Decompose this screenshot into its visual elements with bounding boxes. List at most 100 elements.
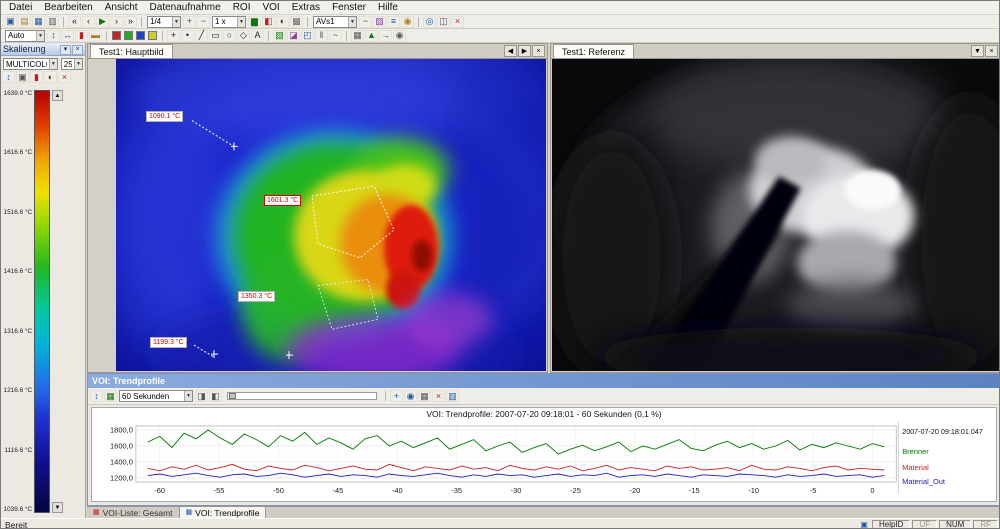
tab-prev-button[interactable]: ◀ [504,45,517,57]
tab-referenz[interactable]: Test1: Referenz [553,44,634,58]
scale-manual-icon[interactable]: ↔ [61,30,74,42]
scale-settings-icon[interactable]: ◐ [44,71,57,83]
menu-datenaufnahme[interactable]: Datenaufnahme [144,2,227,13]
scale-reset-icon[interactable]: × [58,71,71,83]
contrast-icon[interactable]: ◐ [276,16,289,28]
panel-close-button[interactable]: × [72,45,83,55]
text-tool-icon[interactable]: A [251,30,264,42]
zoom-combo[interactable]: 1/4▼ [147,16,181,28]
data-table-icon[interactable]: ▦ [418,390,431,402]
autoscale-icon[interactable]: ↕ [90,390,103,402]
color-yellow-swatch[interactable] [148,31,157,40]
scale-lock-icon[interactable]: ▣ [16,71,29,83]
cursor-values-icon[interactable]: + [390,390,403,402]
trend-chart[interactable]: -60-55-50-45-40-35-30-25-20-15-10-501800… [92,420,996,502]
snapshot-icon[interactable]: ◎ [423,16,436,28]
profile-icon[interactable]: ~ [329,30,342,42]
color-scale-gradient[interactable] [34,90,50,513]
menu-extras[interactable]: Extras [286,2,326,13]
area-icon[interactable]: ▨ [373,16,386,28]
zoom-x-icon[interactable]: ◨ [195,390,208,402]
clear-icon[interactable]: × [432,390,445,402]
last-frame-icon[interactable]: » [124,16,137,28]
menu-voi[interactable]: VOI [256,2,285,13]
measure-icon[interactable]: ‖ [315,30,328,42]
levels-combo[interactable]: 256▼ [61,58,83,70]
print-chart-icon[interactable]: ▥ [446,390,459,402]
chart-icon[interactable]: ▲ [365,30,378,42]
scale-combo[interactable]: 1 x▼ [212,16,246,28]
bottom-tab-voi-liste-gesamt[interactable]: ▦VOI-Liste: Gesamt [87,507,180,518]
play-icon[interactable]: ▶ [96,16,109,28]
average-combo[interactable]: AVs1▼ [313,16,357,28]
voi-edit-icon[interactable]: ◪ [287,30,300,42]
roi-icon[interactable]: ◰ [301,30,314,42]
point-tool-icon[interactable]: • [181,30,194,42]
polygon-tool-icon[interactable]: ◇ [237,30,250,42]
color-blue-swatch[interactable] [136,31,145,40]
open-icon[interactable]: ▤ [18,16,31,28]
panel-menu-button[interactable]: ▾ [60,45,71,55]
slider-thumb[interactable] [229,393,236,399]
ref-menu-button[interactable]: ▼ [971,45,984,57]
reference-image[interactable] [552,59,999,371]
layout-icon[interactable]: ◫ [437,16,450,28]
menu-bearbeiten[interactable]: Bearbeiten [38,2,98,13]
color-red-swatch[interactable] [112,31,121,40]
camera-icon[interactable]: ▣ [4,16,17,28]
scale-down-button[interactable]: ▼ [52,502,63,513]
tab-close-button[interactable]: × [532,45,545,57]
save-icon[interactable]: ▦ [32,16,45,28]
color-green-swatch[interactable] [124,31,133,40]
scale-up-button[interactable]: ▲ [52,90,63,101]
bottom-tab-voi-trendprofile[interactable]: ▦VOI: Trendprofile [180,507,267,518]
settings-icon[interactable]: ◉ [393,30,406,42]
print-icon[interactable]: ▥ [46,16,59,28]
interval-combo[interactable]: 60 Sekunden▼ [119,390,193,402]
tab-hauptbild[interactable]: Test1: Hauptbild [90,44,173,58]
temperature-annotation[interactable]: 1090.1 °C [146,111,183,122]
voi-add-icon[interactable]: ▧ [273,30,286,42]
grid-icon[interactable]: ▩ [290,16,303,28]
histogram-icon[interactable]: ▆ [248,16,261,28]
trend-panel-titlebar[interactable]: VOI: Trendprofile [88,374,1000,388]
menu-hilfe[interactable]: Hilfe [372,2,404,13]
isotherm-icon[interactable]: ▬ [89,30,102,42]
palette-bar-icon[interactable]: ▮ [75,30,88,42]
delete-icon[interactable]: × [451,16,464,28]
zoom-out-icon[interactable]: − [197,16,210,28]
temperature-annotation[interactable]: 1350.3 °C [238,291,275,302]
grid-toggle-icon[interactable]: ▦ [104,390,117,402]
scale-full-icon[interactable]: ▮ [30,71,43,83]
palette-combo[interactable]: MULTICOLOR▼ [3,58,58,70]
curve-icon[interactable]: ~ [359,16,372,28]
scale-auto-icon[interactable]: ↕ [47,30,60,42]
ellipse-tool-icon[interactable]: ○ [223,30,236,42]
zoom-y-icon[interactable]: ◧ [209,390,222,402]
menu-datei[interactable]: Datei [3,2,38,13]
show-legend-icon[interactable]: ◉ [404,390,417,402]
zoom-in-icon[interactable]: + [183,16,196,28]
menu-ansicht[interactable]: Ansicht [99,2,144,13]
temperature-annotation[interactable]: 1199.3 °C [150,337,187,348]
menu-fenster[interactable]: Fenster [326,2,372,13]
menu-roi[interactable]: ROI [227,2,257,13]
info-icon[interactable]: ◉ [401,16,414,28]
tab-next-button[interactable]: ▶ [518,45,531,57]
report-icon[interactable]: ≡ [387,16,400,28]
line-tool-icon[interactable]: ╱ [195,30,208,42]
thermal-image[interactable]: 1090.1 °C 1601.3 °C 1350.3 °C 1199.3 °C [116,59,546,371]
palette-icon[interactable]: ◧ [262,16,275,28]
next-frame-icon[interactable]: › [110,16,123,28]
table-icon[interactable]: ▦ [351,30,364,42]
time-slider[interactable] [227,392,377,400]
first-frame-icon[interactable]: « [68,16,81,28]
prev-frame-icon[interactable]: ‹ [82,16,95,28]
temperature-annotation[interactable]: 1601.3 °C [264,195,301,206]
export-icon[interactable]: → [379,30,392,42]
scale-auto-icon[interactable]: ↕ [2,71,15,83]
rect-tool-icon[interactable]: ▭ [209,30,222,42]
auto-combo[interactable]: Auto▼ [5,30,45,42]
cursor-tool-icon[interactable]: + [167,30,180,42]
ref-close-button[interactable]: × [985,45,998,57]
